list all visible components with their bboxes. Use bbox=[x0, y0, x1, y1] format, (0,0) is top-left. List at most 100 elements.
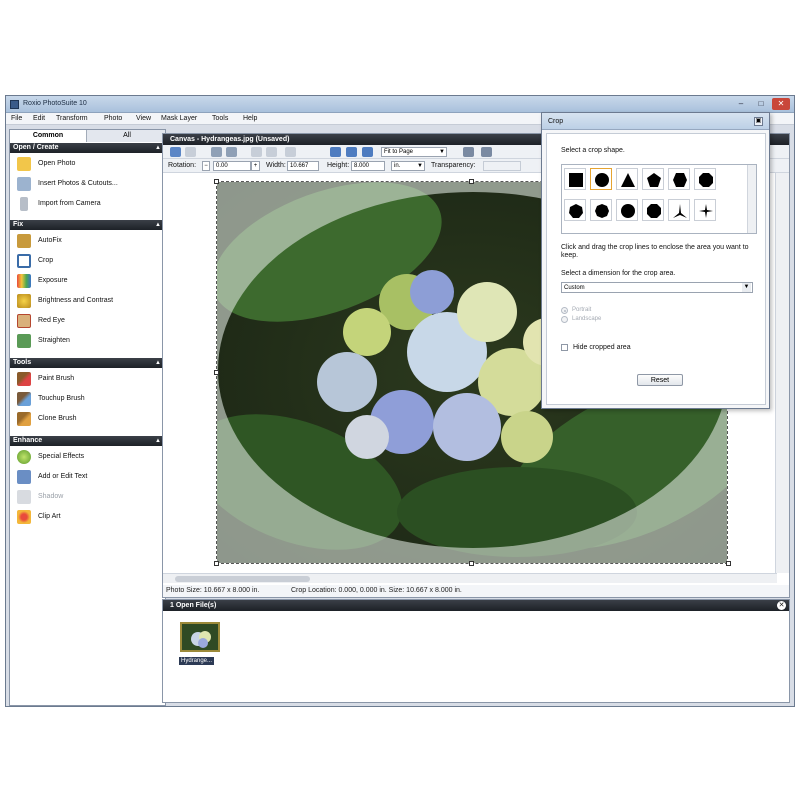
rotation-decrement[interactable]: − bbox=[202, 161, 210, 171]
paste-icon[interactable] bbox=[226, 147, 237, 157]
crop-dialog-titlebar: Crop ▣ bbox=[542, 113, 769, 130]
menu-help[interactable]: Help bbox=[243, 115, 257, 122]
item-add-edit-text[interactable]: Add or Edit Text bbox=[14, 468, 164, 486]
crop-handle-tl[interactable] bbox=[214, 179, 219, 184]
shape-decagon[interactable] bbox=[616, 199, 638, 221]
item-exposure[interactable]: Exposure bbox=[14, 272, 164, 290]
shape-pentagon[interactable] bbox=[642, 168, 664, 190]
collapse-icon[interactable]: ▲ bbox=[155, 358, 161, 368]
print-icon[interactable] bbox=[481, 147, 492, 157]
rotate-right-icon[interactable] bbox=[266, 147, 277, 157]
section-open-create[interactable]: Open / Create ▲ bbox=[10, 143, 165, 153]
item-clip-art[interactable]: Clip Art bbox=[14, 508, 164, 526]
menu-edit[interactable]: Edit bbox=[33, 115, 45, 122]
height-input[interactable]: 8.000 bbox=[351, 161, 385, 171]
item-red-eye[interactable]: Red Eye bbox=[14, 312, 164, 330]
vertical-scrollbar[interactable] bbox=[775, 173, 789, 573]
width-input[interactable]: 10.667 bbox=[287, 161, 319, 171]
tab-common[interactable]: Common bbox=[10, 130, 87, 142]
decagon-shape-icon bbox=[621, 204, 635, 218]
crop-handle-b[interactable] bbox=[469, 561, 474, 566]
shape-circle[interactable] bbox=[590, 168, 612, 190]
crop-handle-br[interactable] bbox=[726, 561, 731, 566]
zoom-select-value: Fit to Page bbox=[384, 149, 414, 155]
horizontal-scrollbar[interactable] bbox=[163, 573, 777, 583]
save-icon[interactable] bbox=[463, 147, 474, 157]
item-shadow: Shadow bbox=[14, 488, 164, 506]
redo-icon[interactable] bbox=[185, 147, 196, 157]
zoom-out-icon[interactable] bbox=[346, 147, 357, 157]
maximize-button[interactable]: □ bbox=[752, 98, 770, 110]
close-icon[interactable]: ▣ bbox=[754, 117, 763, 126]
item-open-photo[interactable]: Open Photo bbox=[14, 155, 164, 173]
collapse-icon[interactable]: ▲ bbox=[155, 436, 161, 446]
app-icon bbox=[10, 100, 19, 109]
menu-file[interactable]: File bbox=[11, 115, 22, 122]
shape-grid-scrollbar[interactable] bbox=[747, 165, 756, 233]
scroll-thumb[interactable] bbox=[175, 576, 310, 582]
rotation-increment[interactable]: + bbox=[251, 161, 260, 171]
dimension-select[interactable]: Custom ▼ bbox=[561, 282, 753, 293]
special-effects-icon bbox=[17, 450, 31, 464]
shape-square[interactable] bbox=[564, 168, 586, 190]
section-enhance[interactable]: Enhance ▲ bbox=[10, 436, 165, 446]
zoom-in-icon[interactable] bbox=[330, 147, 341, 157]
minimize-button[interactable]: – bbox=[732, 98, 750, 110]
shape-star-3[interactable] bbox=[668, 199, 690, 221]
menu-mask-layer[interactable]: Mask Layer bbox=[161, 115, 197, 122]
shape-octagon[interactable] bbox=[694, 168, 716, 190]
shape-triangle[interactable] bbox=[616, 168, 638, 190]
shape-rounded[interactable] bbox=[642, 199, 664, 221]
collapse-icon[interactable]: ▲ bbox=[155, 143, 161, 153]
item-paint-brush[interactable]: Paint Brush bbox=[14, 370, 164, 388]
item-label: Add or Edit Text bbox=[38, 473, 88, 480]
item-import-camera[interactable]: Import from Camera bbox=[14, 195, 164, 213]
collapse-icon[interactable]: ▲ bbox=[155, 220, 161, 230]
file-name-label[interactable]: Hydrange... bbox=[179, 657, 215, 665]
item-crop[interactable]: Crop bbox=[14, 252, 164, 270]
undo-icon[interactable] bbox=[170, 147, 181, 157]
shape-heptagon[interactable] bbox=[564, 199, 586, 221]
item-clone-brush[interactable]: Clone Brush bbox=[14, 410, 164, 428]
crop-handle-t[interactable] bbox=[469, 179, 474, 184]
item-insert-photos[interactable]: Insert Photos & Cutouts... bbox=[14, 175, 164, 193]
close-icon[interactable]: ✕ bbox=[777, 601, 786, 610]
tab-all[interactable]: All bbox=[88, 130, 166, 142]
unit-select[interactable]: in. ▼ bbox=[391, 161, 425, 171]
menu-tools[interactable]: Tools bbox=[212, 115, 228, 122]
folder-icon bbox=[17, 157, 31, 171]
item-special-effects[interactable]: Special Effects bbox=[14, 448, 164, 466]
shape-nonagon[interactable] bbox=[590, 199, 612, 221]
menu-photo[interactable]: Photo bbox=[104, 115, 122, 122]
transparency-slider[interactable] bbox=[483, 161, 521, 171]
file-thumbnail[interactable] bbox=[180, 622, 220, 652]
item-label: Exposure bbox=[38, 277, 68, 284]
status-photo-size: Photo Size: 10.667 x 8.000 in. bbox=[166, 587, 260, 594]
hide-cropped-checkbox[interactable] bbox=[561, 344, 568, 351]
menu-transform[interactable]: Transform bbox=[56, 115, 88, 122]
close-button[interactable]: ✕ bbox=[772, 98, 790, 110]
section-tools[interactable]: Tools ▲ bbox=[10, 358, 165, 368]
thumbnail-image bbox=[182, 624, 218, 650]
item-label: Import from Camera bbox=[38, 200, 101, 207]
rotation-input[interactable]: 0.00 bbox=[213, 161, 251, 171]
zoom-select[interactable]: Fit to Page ▼ bbox=[381, 147, 447, 157]
copy-icon[interactable] bbox=[211, 147, 222, 157]
crop-handle-bl[interactable] bbox=[214, 561, 219, 566]
crop-instructions: Click and drag the crop lines to enclose… bbox=[561, 244, 749, 259]
zoom-fit-icon[interactable] bbox=[362, 147, 373, 157]
reset-button[interactable]: Reset bbox=[637, 374, 683, 386]
item-straighten[interactable]: Straighten bbox=[14, 332, 164, 350]
dimension-value: Custom bbox=[564, 285, 585, 291]
item-touchup-brush[interactable]: Touchup Brush bbox=[14, 390, 164, 408]
crop-handle-l[interactable] bbox=[214, 370, 219, 375]
rotate-left-icon[interactable] bbox=[251, 147, 262, 157]
item-brightness-contrast[interactable]: Brightness and Contrast bbox=[14, 292, 164, 310]
item-autofix[interactable]: AutoFix bbox=[14, 232, 164, 250]
shape-hexagon[interactable] bbox=[668, 168, 690, 190]
portrait-radio bbox=[561, 307, 568, 314]
menu-view[interactable]: View bbox=[136, 115, 151, 122]
flip-icon[interactable] bbox=[285, 147, 296, 157]
shape-star-4[interactable] bbox=[694, 199, 716, 221]
section-fix[interactable]: Fix ▲ bbox=[10, 220, 165, 230]
